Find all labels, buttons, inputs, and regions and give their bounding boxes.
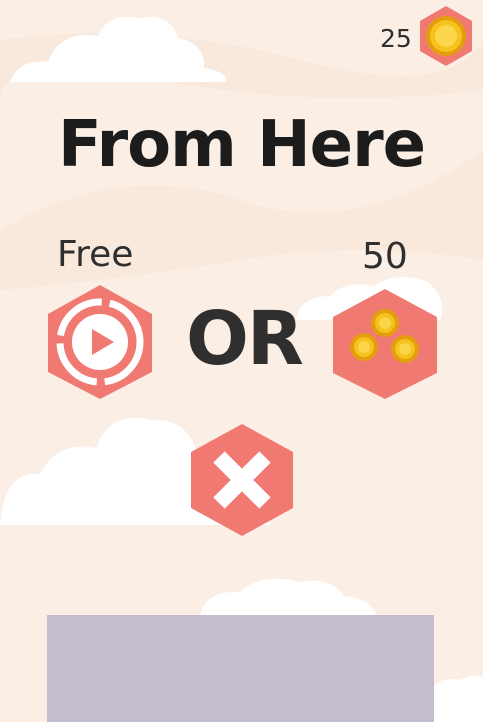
pay-coins-button[interactable] <box>331 287 439 401</box>
dialog-title: From Here <box>57 108 426 182</box>
gold-coin-icon <box>420 6 472 66</box>
play-video-icon <box>48 285 152 399</box>
coins-icon <box>333 289 437 399</box>
close-button[interactable] <box>189 422 295 538</box>
free-option-label: Free <box>57 234 134 275</box>
ad-banner-placeholder[interactable] <box>47 615 434 722</box>
close-x-icon <box>191 424 293 536</box>
or-separator: OR <box>186 296 304 382</box>
coin-price-label: 50 <box>362 236 408 277</box>
coin-count: 25 <box>380 24 412 53</box>
watch-video-button[interactable] <box>46 283 154 401</box>
coin-counter: 25 <box>380 4 480 68</box>
